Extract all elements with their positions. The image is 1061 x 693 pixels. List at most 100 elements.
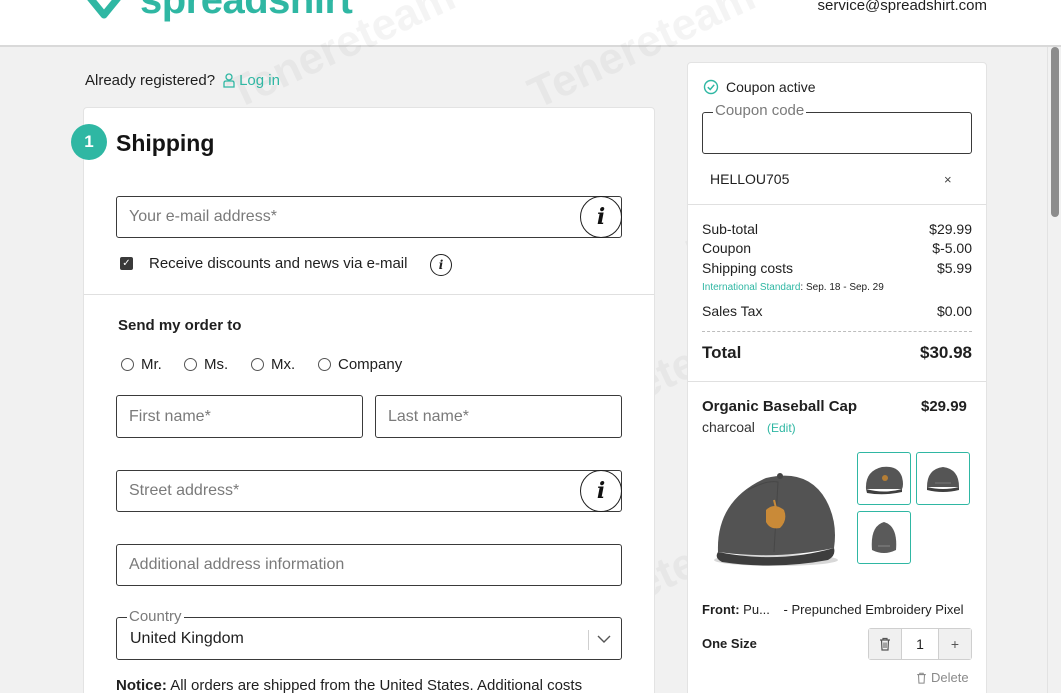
login-link[interactable]: Log in bbox=[223, 72, 280, 89]
check-circle-icon bbox=[703, 79, 719, 95]
increase-quantity-button[interactable]: + bbox=[939, 629, 971, 659]
trash-icon bbox=[880, 637, 890, 651]
coupon-status-text: Coupon active bbox=[726, 79, 816, 95]
additional-address-field[interactable]: Additional address information bbox=[116, 544, 622, 586]
email-field[interactable]: Your e-mail address* bbox=[116, 196, 622, 238]
chevron-down-icon[interactable] bbox=[596, 628, 612, 650]
design-name: - Prepunched Embroidery Pixel bbox=[783, 602, 964, 617]
tax-label: Sales Tax bbox=[702, 303, 763, 319]
newsletter-info-icon[interactable]: i bbox=[430, 254, 452, 276]
thumbnail-back[interactable] bbox=[857, 511, 911, 564]
shipping-costs-value: $5.99 bbox=[936, 260, 972, 276]
radio-button[interactable] bbox=[121, 358, 134, 371]
step-badge: 1 bbox=[71, 124, 107, 160]
newsletter-checkbox[interactable]: ✓ bbox=[120, 257, 133, 270]
salutation-label: Mr. bbox=[141, 356, 162, 373]
product-price: $29.99 bbox=[921, 398, 967, 415]
cap-thumbnail-icon bbox=[865, 466, 903, 494]
quantity-value[interactable]: 1 bbox=[901, 629, 939, 659]
summary-divider bbox=[688, 381, 986, 382]
shipping-method[interactable]: International Standard bbox=[702, 282, 800, 293]
total-label: Total bbox=[702, 343, 742, 362]
edit-product-link[interactable]: (Edit) bbox=[767, 421, 796, 435]
delete-item-link[interactable]: Delete bbox=[916, 670, 969, 685]
first-name-placeholder: First name* bbox=[129, 407, 211, 425]
front-label: Front: bbox=[702, 602, 740, 617]
thumbnail-front[interactable] bbox=[857, 452, 911, 505]
country-value: United Kingdom bbox=[130, 630, 244, 647]
shipping-notice: Notice: All orders are shipped from the … bbox=[116, 677, 582, 693]
shipping-dates: : Sep. 18 - Sep. 29 bbox=[800, 282, 884, 293]
total-row: Total $30.98 bbox=[702, 343, 972, 363]
tax-row: Sales Tax $0.00 bbox=[702, 303, 972, 319]
size-label: One Size bbox=[702, 636, 757, 651]
coupon-row-label: Coupon bbox=[702, 240, 752, 256]
summary-divider bbox=[688, 204, 986, 205]
salutation-company[interactable]: Company bbox=[318, 356, 402, 373]
street-placeholder: Street address* bbox=[129, 482, 240, 499]
login-prompt: Already registered? Log in bbox=[85, 72, 280, 89]
brand-logo[interactable]: spreadshirt bbox=[82, 0, 353, 23]
brand-name: spreadshirt bbox=[140, 0, 353, 22]
quantity-stepper[interactable]: 1 + bbox=[868, 628, 972, 660]
shipping-title: Shipping bbox=[116, 130, 215, 156]
last-name-field[interactable]: Last name* bbox=[375, 395, 622, 438]
thumbnail-side[interactable] bbox=[916, 452, 970, 505]
coupon-row: Coupon $-5.00 bbox=[702, 240, 972, 256]
last-name-placeholder: Last name* bbox=[388, 407, 469, 425]
applied-coupon: HELLOU705 bbox=[710, 171, 790, 187]
total-separator bbox=[702, 331, 972, 332]
already-registered-text: Already registered? bbox=[85, 72, 216, 89]
trash-icon bbox=[917, 672, 926, 684]
notice-label: Notice: bbox=[116, 677, 167, 693]
top-bar: spreadshirt service@spreadshirt.com bbox=[0, 0, 1061, 47]
delete-label: Delete bbox=[931, 670, 969, 685]
subtotal-row: Sub-total $29.99 bbox=[702, 221, 972, 237]
salutation-label: Company bbox=[338, 356, 403, 373]
coupon-code-label: Coupon code bbox=[713, 102, 807, 119]
front-design-line: Front: Pu... - Prepunched Embroidery Pix… bbox=[702, 602, 963, 617]
login-label: Log in bbox=[239, 72, 280, 89]
salutation-mr[interactable]: Mr. bbox=[121, 356, 162, 373]
shipping-costs-label: Shipping costs bbox=[702, 260, 794, 276]
shipping-row: Shipping costs $5.99 bbox=[702, 260, 972, 276]
cap-product-image[interactable] bbox=[708, 460, 844, 580]
section-divider bbox=[84, 294, 654, 295]
tax-value: $0.00 bbox=[936, 303, 972, 319]
email-placeholder: Your e-mail address* bbox=[129, 208, 277, 225]
shipping-method-note: International Standard: Sep. 18 - Sep. 2… bbox=[702, 282, 884, 293]
salutation-ms[interactable]: Ms. bbox=[184, 356, 228, 373]
radio-button[interactable] bbox=[184, 358, 197, 371]
radio-button[interactable] bbox=[251, 358, 264, 371]
additional-placeholder: Additional address information bbox=[129, 556, 345, 573]
salutation-label: Ms. bbox=[204, 356, 229, 373]
select-separator bbox=[588, 630, 589, 650]
remove-coupon-button[interactable]: × bbox=[944, 172, 952, 187]
logo-diamond-icon bbox=[87, 0, 121, 18]
front-value: Pu... bbox=[743, 602, 770, 617]
scrollbar-thumb[interactable] bbox=[1051, 47, 1059, 217]
product-color: charcoal bbox=[702, 419, 755, 435]
product-name[interactable]: Organic Baseball Cap bbox=[702, 398, 857, 415]
user-icon bbox=[223, 73, 235, 88]
country-label: Country bbox=[127, 608, 184, 625]
first-name-field[interactable]: First name* bbox=[116, 395, 363, 438]
street-address-field[interactable]: Street address* bbox=[116, 470, 622, 512]
subtotal-label: Sub-total bbox=[702, 221, 759, 237]
cap-thumbnail-icon bbox=[871, 521, 897, 553]
newsletter-label: Receive discounts and news via e-mail bbox=[149, 255, 408, 272]
scrollbar[interactable] bbox=[1047, 47, 1061, 693]
total-value: $30.98 bbox=[920, 343, 972, 362]
salutation-mx[interactable]: Mx. bbox=[251, 356, 295, 373]
salutation-label: Mx. bbox=[271, 356, 296, 373]
send-order-title: Send my order to bbox=[118, 317, 242, 334]
radio-button[interactable] bbox=[318, 358, 331, 371]
street-info-icon[interactable]: i bbox=[580, 470, 622, 512]
email-info-icon[interactable]: i bbox=[580, 196, 622, 238]
coupon-status: Coupon active bbox=[703, 79, 816, 95]
remove-item-button[interactable] bbox=[869, 629, 901, 659]
service-email[interactable]: service@spreadshirt.com bbox=[818, 0, 987, 14]
cap-thumbnail-icon bbox=[927, 466, 959, 492]
subtotal-value: $29.99 bbox=[929, 221, 972, 237]
coupon-row-value: $-5.00 bbox=[932, 240, 972, 256]
